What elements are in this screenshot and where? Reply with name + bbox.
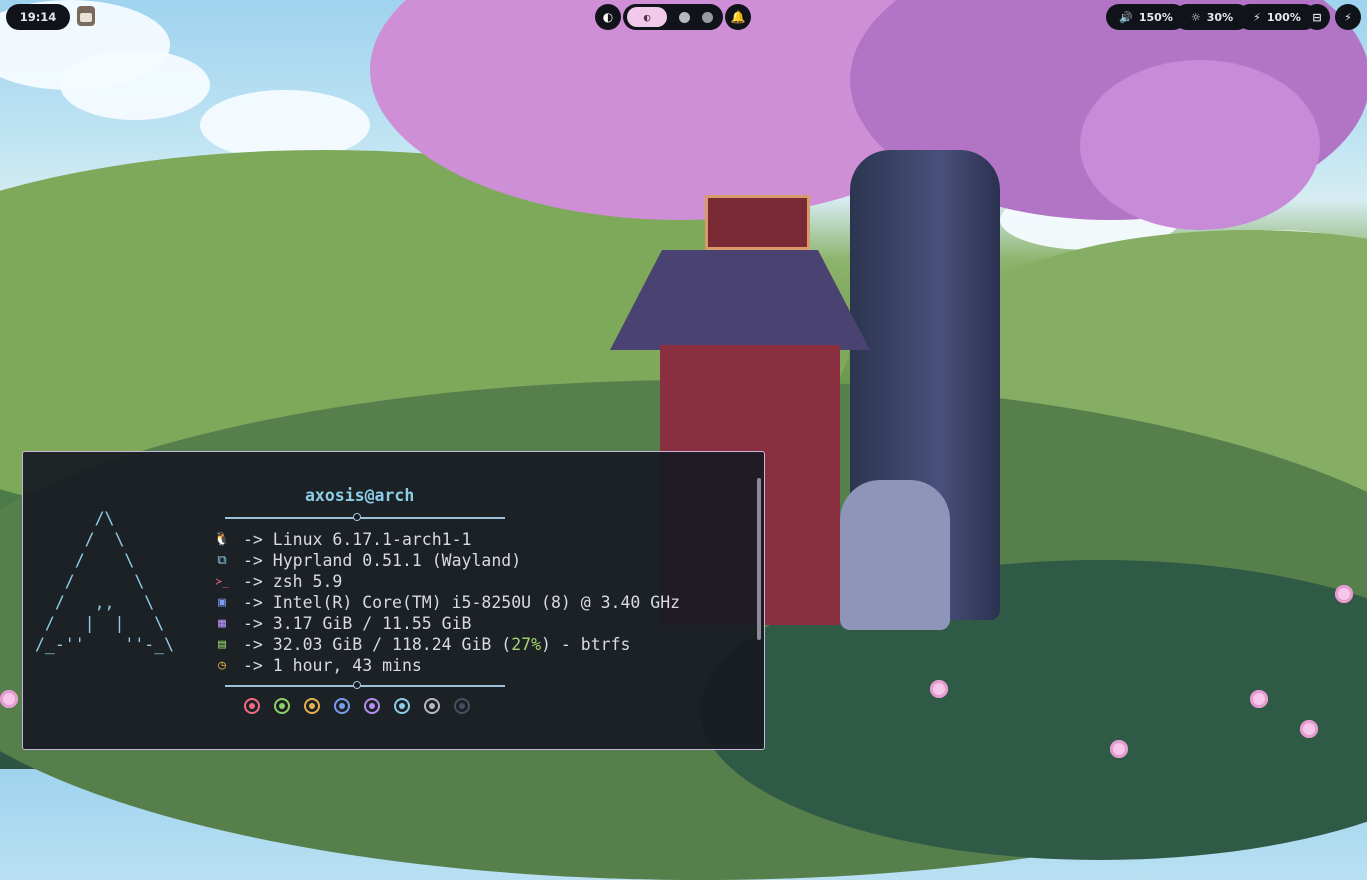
cpu-text: -> Intel(R) Core(TM) i5-8250U (8) @ 3.40… xyxy=(243,593,681,612)
volume-icon: 🔊 xyxy=(1119,10,1133,24)
terminal-window[interactable]: /\ / \ / \ / \ / ,, \ / | | \ /_-'' ''-_… xyxy=(22,451,765,750)
palette-color-5 xyxy=(364,698,380,714)
volume-label: 150% xyxy=(1138,10,1173,24)
memory-icon: ▦ xyxy=(218,616,226,631)
uptime-text: -> 1 hour, 43 mins xyxy=(243,656,422,675)
palette-color-4 xyxy=(334,698,350,714)
cpu-row: ▣ -> Intel(R) Core(TM) i5-8250U (8) @ 3.… xyxy=(213,592,680,613)
kernel-text: -> Linux 6.17.1-arch1-1 xyxy=(243,530,472,549)
workspace-2[interactable] xyxy=(679,11,690,23)
palette-color-8 xyxy=(454,698,470,714)
wm-row: ⧉ -> Hyprland 0.51.1 (Wayland) xyxy=(213,550,680,571)
power-icon[interactable]: ⚡ xyxy=(1335,4,1361,30)
cpu-icon: ▣ xyxy=(218,595,226,610)
terminal-scrollbar[interactable] xyxy=(757,478,761,640)
window-manager-icon: ⧉ xyxy=(217,553,227,568)
disk-row: ▤ -> 32.03 GiB / 118.24 GiB (27%) - btrf… xyxy=(213,634,680,655)
clock[interactable]: 19:14 xyxy=(6,4,70,30)
workspace-3[interactable] xyxy=(702,11,713,23)
palette-color-3 xyxy=(304,698,320,714)
clock-icon: ◷ xyxy=(218,658,226,673)
color-palette xyxy=(244,698,470,714)
disk-percent: 27% xyxy=(511,635,542,654)
palette-color-2 xyxy=(274,698,290,714)
disk-icon: ▤ xyxy=(218,637,226,652)
workspace-track: ◐ xyxy=(623,4,723,30)
uptime-row: ◷ -> 1 hour, 43 mins xyxy=(213,655,680,676)
linux-icon: 🐧 xyxy=(213,532,231,547)
app-launcher-cat-icon[interactable] xyxy=(77,6,95,26)
memory-row: ▦ -> 3.17 GiB / 11.55 GiB xyxy=(213,613,680,634)
palette-color-7 xyxy=(424,698,440,714)
separator-top xyxy=(225,513,505,521)
theme-toggle-icon[interactable]: ◐ xyxy=(595,4,621,30)
disk-text-pre: -> 32.03 GiB / 118.24 GiB ( xyxy=(243,635,512,654)
separator-bottom xyxy=(225,681,505,689)
workspace-switcher: ◐ ◐ 🔔 xyxy=(595,4,751,30)
brightness-label: 30% xyxy=(1206,10,1234,24)
battery-icon: ⚡ xyxy=(1253,10,1261,24)
arch-ascii-logo: /\ / \ / \ / \ / ,, \ / | | \ /_-'' ''-_… xyxy=(35,509,175,654)
brightness-icon: ☼ xyxy=(1190,10,1201,24)
system-info: 🐧 -> Linux 6.17.1-arch1-1 ⧉ -> Hyprland … xyxy=(213,529,680,676)
kernel-row: 🐧 -> Linux 6.17.1-arch1-1 xyxy=(213,529,680,550)
wm-text: -> Hyprland 0.51.1 (Wayland) xyxy=(243,551,522,570)
battery-label: 100% xyxy=(1266,10,1301,24)
workspace-1-active[interactable]: ◐ xyxy=(627,7,667,27)
shell-icon: ≻_ xyxy=(215,575,229,588)
user-host: axosis@arch xyxy=(305,486,415,505)
notification-bell-icon[interactable]: 🔔 xyxy=(725,4,751,30)
network-icon[interactable]: ⊟ xyxy=(1304,4,1330,30)
shell-text: -> zsh 5.9 xyxy=(243,572,343,591)
shell-row: ≻_ -> zsh 5.9 xyxy=(213,571,680,592)
palette-color-1 xyxy=(244,698,260,714)
disk-text-post: ) - btrfs xyxy=(541,635,631,654)
palette-color-6 xyxy=(394,698,410,714)
memory-text: -> 3.17 GiB / 11.55 GiB xyxy=(243,614,472,633)
